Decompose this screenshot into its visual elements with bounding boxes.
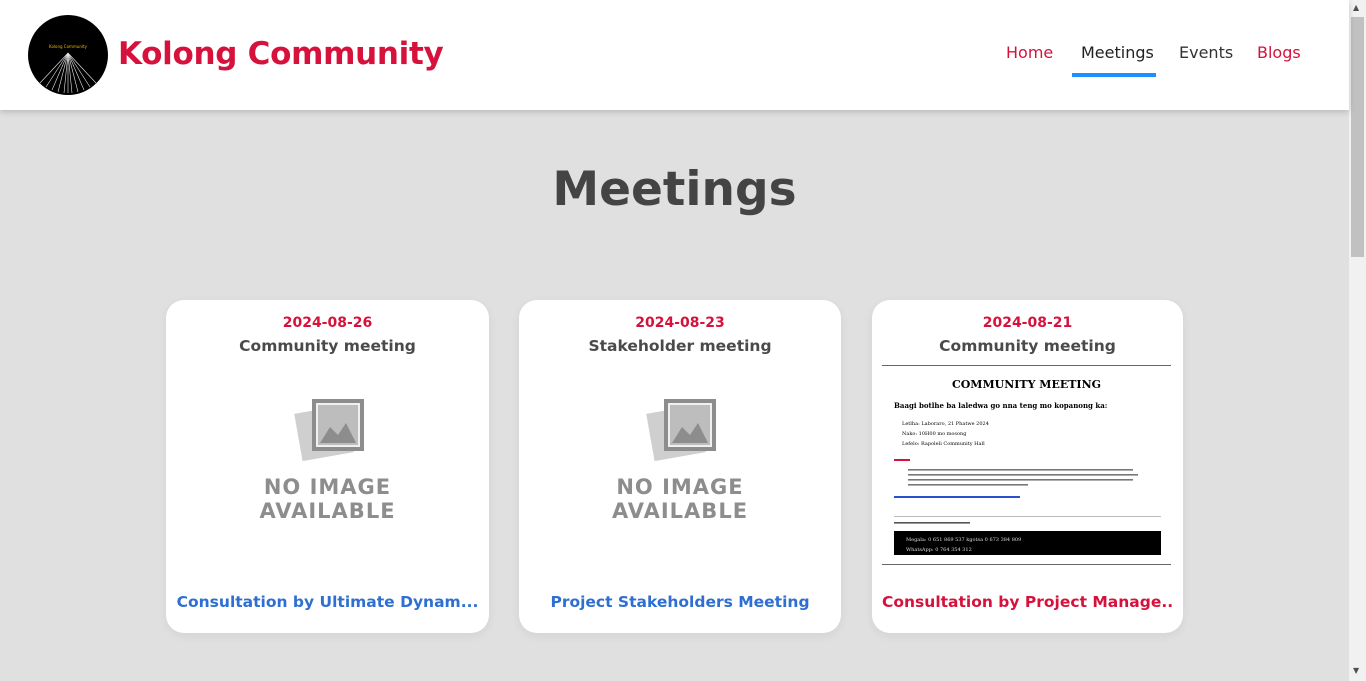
scroll-up-icon[interactable]: ▲ (1353, 3, 1359, 12)
no-image-line1: NO IMAGE (263, 475, 392, 499)
card-date: 2024-08-21 (982, 315, 1073, 331)
card-title: Community meeting (239, 337, 416, 355)
page-title: Meetings (552, 162, 797, 217)
meeting-card[interactable]: 2024-08-23 Stakeholder meeting NO IMAGE … (519, 300, 841, 633)
nav-home[interactable]: Home (1006, 43, 1053, 62)
nav-meetings[interactable]: Meetings (1081, 43, 1154, 62)
brand-title[interactable]: Kolong Community (118, 36, 444, 72)
no-image-placeholder: NO IMAGE AVAILABLE (612, 395, 747, 525)
photo-icon (646, 399, 716, 462)
no-image-placeholder: NO IMAGE AVAILABLE (259, 395, 395, 525)
nav-events[interactable]: Events (1179, 43, 1233, 62)
card-date: 2024-08-23 (635, 315, 725, 331)
logo[interactable]: Kolong Community (28, 15, 108, 95)
flyer-contact-box: Megala: 0 651 869 537 kgotsa 0 673 384 8… (894, 531, 1161, 555)
scroll-down-icon[interactable]: ▼ (1353, 666, 1359, 675)
flyer-contact: Megala: 0 651 869 537 kgotsa 0 673 384 8… (906, 537, 1022, 543)
meeting-card[interactable]: 2024-08-26 Community meeting NO IMAGE AV… (166, 300, 489, 633)
no-image-line2: AVAILABLE (611, 499, 749, 523)
photo-icon (293, 399, 364, 462)
card-title: Community meeting (939, 337, 1116, 355)
card-link[interactable]: Consultation by Ultimate Dynam... (176, 593, 479, 611)
no-image-line2: AVAILABLE (259, 499, 396, 523)
flyer-contact: WhatsApp: 0 764 354 312 (906, 547, 972, 553)
meeting-card[interactable]: 2024-08-21 Community meeting COMMUNITY M… (872, 300, 1183, 633)
card-link[interactable]: Consultation by Project Manage... (882, 593, 1173, 611)
card-link[interactable]: Project Stakeholders Meeting (529, 593, 831, 611)
vertical-scrollbar[interactable]: ▲ ▼ (1349, 0, 1366, 681)
no-image-line1: NO IMAGE (616, 475, 744, 499)
site-header: Kolong Community Kolong Community Home M… (0, 0, 1349, 110)
card-title: Stakeholder meeting (588, 337, 772, 355)
nav-blogs[interactable]: Blogs (1257, 43, 1301, 62)
logo-text: Kolong Community (49, 44, 87, 49)
card-date: 2024-08-26 (282, 315, 373, 331)
active-nav-indicator (1072, 73, 1156, 77)
meeting-flyer-image: COMMUNITY MEETING Baagi botlhe ba laledw… (882, 365, 1171, 565)
scroll-thumb[interactable] (1351, 17, 1364, 257)
